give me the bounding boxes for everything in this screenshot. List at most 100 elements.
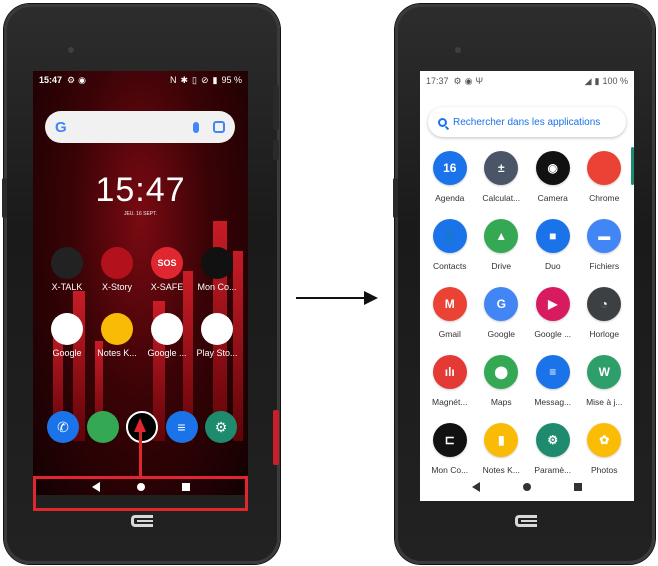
phone-icon[interactable]: ✆ (47, 411, 79, 443)
home-app[interactable]: Google (42, 313, 92, 358)
app-label: Messag... (534, 397, 572, 407)
calculator-icon: ± (484, 151, 519, 185)
usb-icon: Ψ (475, 76, 483, 86)
recorder-icon: ılı (432, 355, 467, 389)
home-app-label: X-Story (101, 282, 132, 292)
whatsapp-icon: ◉ (464, 75, 473, 86)
app-drawer-item[interactable]: ✿ Photos (579, 423, 631, 475)
left-phone-volume-button (273, 85, 279, 130)
sos-icon: SOS (151, 247, 183, 279)
app-label: Horloge (589, 329, 620, 339)
home-app-label: Play Sto... (196, 348, 238, 358)
right-nav-bar (420, 479, 634, 495)
home-app-label: Notes K... (97, 348, 137, 358)
chrome-icon[interactable] (86, 411, 119, 443)
home-app[interactable]: X-TALK (42, 247, 92, 292)
app-drawer-item[interactable]: ▶ Google ... (527, 287, 579, 339)
status-time: 15:47 (39, 75, 63, 85)
home-icon[interactable] (522, 483, 531, 491)
app-label: Notes K... (482, 465, 520, 475)
vibrate-icon: ▯ (192, 74, 197, 85)
status-bar: 15:47 ⚙ ◉ N ✱ ▯ ⊘ ▮ 95 % (33, 71, 248, 89)
messages-icon[interactable]: ≡ (165, 411, 198, 443)
app-label: Fichiers (589, 261, 620, 271)
app-drawer-item[interactable]: ⊏ Mon Co... (424, 423, 476, 475)
home-date: JEU. 16 SEPT. (123, 211, 158, 217)
gear-icon: ⚙ (453, 75, 462, 86)
crosscall-icon: ⊏ (432, 423, 467, 457)
home-app[interactable]: Mon Co... (192, 247, 242, 292)
google-search-bar[interactable]: G (45, 111, 235, 143)
settings-icon[interactable]: ⚙ (205, 411, 237, 443)
home-app-label: Google ... (147, 348, 187, 358)
app-label: Chrome (589, 193, 620, 203)
app-drawer-item[interactable]: ⬤ Maps (476, 355, 528, 407)
clock-icon: ◔ (587, 287, 622, 321)
mic-icon[interactable] (193, 121, 199, 133)
home-app[interactable]: SOS X-SAFE (142, 247, 192, 292)
app-drawer-item[interactable]: Chrome (579, 151, 631, 203)
home-app[interactable]: Notes K... (92, 313, 142, 358)
transition-arrow-line (296, 297, 366, 299)
home-app[interactable]: Google ... (142, 313, 192, 358)
nav-bar-highlight (33, 476, 248, 511)
left-phone-red-button (273, 410, 279, 465)
keep-notes-icon: ▮ (484, 423, 519, 457)
home-app[interactable]: X-Story (92, 247, 142, 292)
home-app-label: Google (52, 348, 82, 358)
crosscall-icon (201, 247, 233, 279)
keep-notes-icon (101, 313, 133, 345)
play-movies-icon: ▶ (535, 287, 570, 321)
gear-icon: ⚙ (67, 74, 76, 85)
app-drawer-item[interactable]: W Mise à j... (579, 355, 631, 407)
lens-icon[interactable] (213, 121, 225, 133)
camera-icon: ◉ (535, 151, 570, 185)
calendar-icon: 16 (432, 151, 467, 185)
app-drawer-scrollbar[interactable] (631, 147, 634, 185)
google-logo: G (55, 118, 67, 136)
chrome-icon (587, 151, 622, 185)
transition-arrow-head (364, 291, 378, 305)
app-drawer-item[interactable]: ◉ Camera (527, 151, 579, 203)
app-drawer-item[interactable]: ≡ Messag... (527, 355, 579, 407)
photos-icon: ✿ (587, 423, 622, 457)
drive-icon: ▲ (484, 219, 519, 253)
status-bar: 17:37 ⚙ ◉ Ψ ◢ ▮ 100 % (420, 71, 634, 91)
app-drawer-item[interactable]: ▬ Fichiers (579, 219, 631, 271)
no-sim-icon: ⊘ (200, 74, 209, 85)
app-drawer-item[interactable]: G Google (476, 287, 528, 339)
left-phone-power-button (273, 140, 279, 160)
app-label: Google ... (534, 329, 572, 339)
app-drawer-item[interactable]: 👤 Contacts (424, 219, 476, 271)
x-talk-icon (51, 247, 83, 279)
left-phone-camera (68, 47, 74, 53)
app-drawer-item[interactable]: ■ Duo (527, 219, 579, 271)
app-drawer-item[interactable]: M Gmail (424, 287, 476, 339)
app-label: Mon Co... (431, 465, 469, 475)
maps-icon: ⬤ (484, 355, 519, 389)
app-drawer-item[interactable]: ⚙ Paramè... (527, 423, 579, 475)
messages-icon: ≡ (535, 355, 570, 389)
app-drawer-item[interactable]: 16 Agenda (424, 151, 476, 203)
app-drawer-item[interactable]: ◔ Horloge (579, 287, 631, 339)
home-app[interactable]: Play Sto... (192, 313, 242, 358)
app-drawer-item[interactable]: ılı Magnét... (424, 355, 476, 407)
back-icon[interactable] (471, 482, 480, 492)
app-label: Mise à j... (586, 397, 623, 407)
app-search-input[interactable]: Rechercher dans les applications (428, 107, 626, 137)
app-drawer-item[interactable]: ▲ Drive (476, 219, 528, 271)
home-app-label: X-TALK (51, 282, 83, 292)
bluetooth-icon: ✱ (180, 74, 189, 85)
right-phone-left-button (393, 178, 398, 218)
app-label: Contacts (432, 261, 467, 271)
home-app-label: Mon Co... (197, 282, 237, 292)
recents-icon[interactable] (574, 483, 583, 491)
battery-icon: ▮ (212, 74, 218, 85)
right-phone-screen: 17:37 ⚙ ◉ Ψ ◢ ▮ 100 % Rechercher dans le… (420, 71, 634, 501)
app-drawer-item[interactable]: ▮ Notes K... (476, 423, 528, 475)
duo-icon: ■ (535, 219, 570, 253)
battery-level: 100 % (602, 76, 628, 86)
update-icon: W (587, 355, 622, 389)
whatsapp-icon: ◉ (78, 74, 86, 85)
app-drawer-item[interactable]: ± Calculat... (476, 151, 528, 203)
